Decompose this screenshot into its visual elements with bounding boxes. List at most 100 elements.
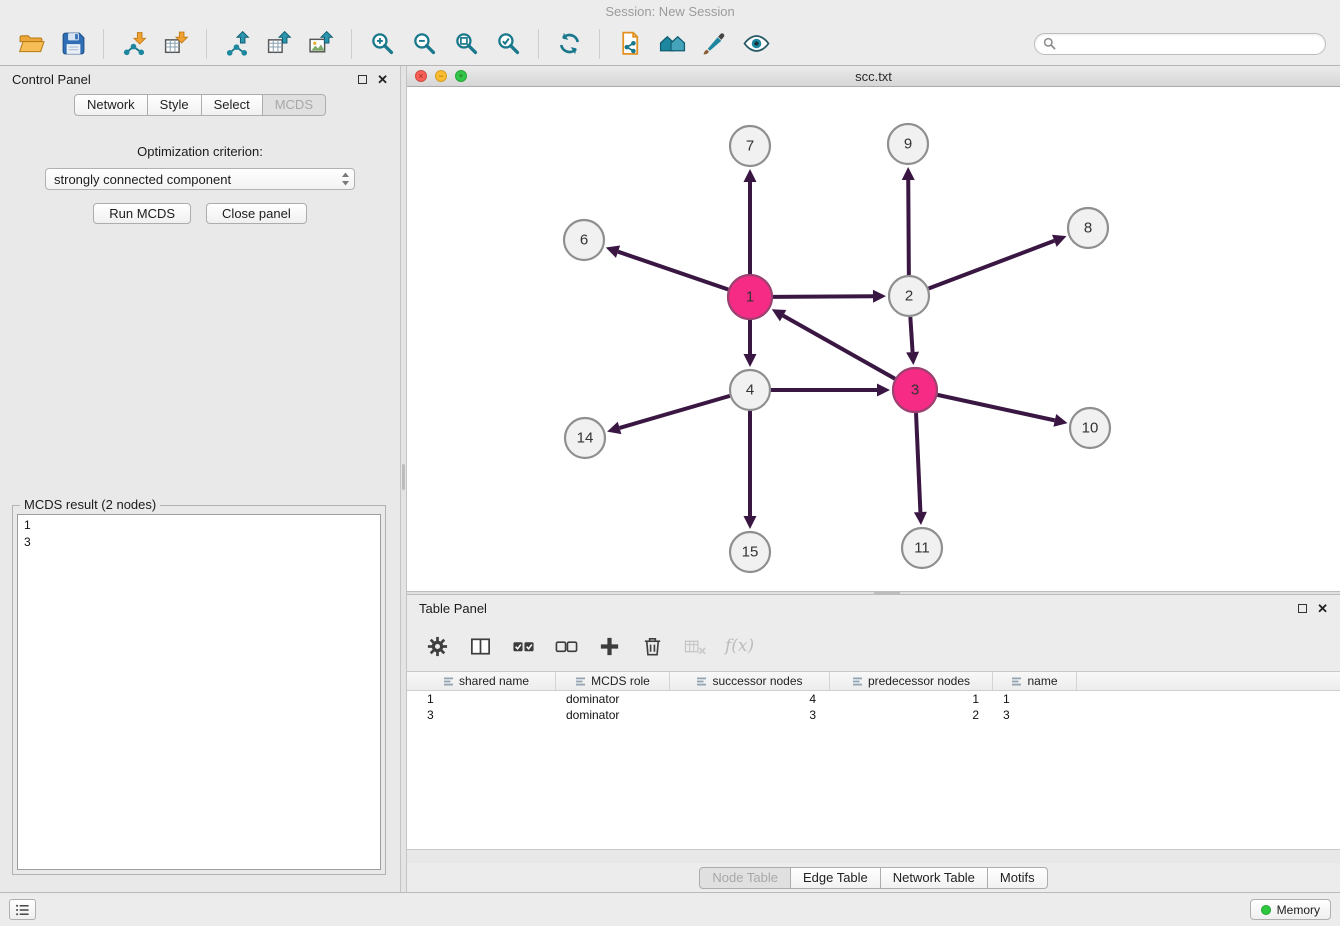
apply-style-button[interactable]	[696, 27, 732, 61]
first-neighbors-button[interactable]	[654, 27, 690, 61]
zoom-selected-button[interactable]	[490, 27, 526, 61]
column-header-predecessor-nodes[interactable]: predecessor nodes	[830, 672, 993, 690]
control-tab-select[interactable]: Select	[202, 94, 263, 116]
floppy-disk-icon	[60, 30, 87, 57]
control-tab-network[interactable]: Network	[74, 94, 148, 116]
zoom-out-button[interactable]	[406, 27, 442, 61]
save-session-button[interactable]	[55, 27, 91, 61]
horizontal-splitter[interactable]	[407, 591, 1340, 595]
export-network-button[interactable]	[219, 27, 255, 61]
table-cell[interactable]: dominator	[556, 707, 670, 723]
column-layout-button[interactable]	[467, 633, 493, 659]
graph-node-7[interactable]: 7	[730, 126, 770, 166]
table-cell[interactable]: 1	[993, 691, 1077, 707]
close-window-button[interactable]	[415, 70, 427, 82]
zoom-in-button[interactable]	[364, 27, 400, 61]
graph-node-11[interactable]: 11	[902, 528, 942, 568]
zoom-fit-button[interactable]	[448, 27, 484, 61]
export-image-button[interactable]	[303, 27, 339, 61]
float-panel-icon[interactable]	[1298, 604, 1307, 613]
table-cell[interactable]: 2	[830, 707, 993, 723]
table-cell[interactable]: dominator	[556, 691, 670, 707]
column-header-MCDS-role[interactable]: MCDS role	[556, 672, 670, 690]
graph-edge-2-3[interactable]	[910, 317, 912, 352]
network-from-clipboard-button[interactable]	[612, 27, 648, 61]
import-table-button[interactable]	[158, 27, 194, 61]
network-canvas[interactable]: 7 9 6 8 1 2 4 3 14 10 15 11	[407, 87, 1340, 591]
graph-node-6[interactable]: 6	[564, 220, 604, 260]
select-all-button[interactable]	[510, 633, 536, 659]
float-panel-icon[interactable]	[358, 75, 367, 84]
edge-arrowhead	[906, 352, 919, 365]
table-cell[interactable]: 3	[670, 707, 830, 723]
mcds-result-item[interactable]: 1	[24, 517, 374, 534]
close-panel-icon[interactable]: ✕	[1317, 602, 1328, 615]
maximize-window-button[interactable]	[455, 70, 467, 82]
table-tab-network-table[interactable]: Network Table	[881, 867, 988, 889]
graph-edge-3-11[interactable]	[916, 413, 920, 512]
graph-node-3[interactable]: 3	[893, 368, 937, 412]
table-cell[interactable]: 4	[670, 691, 830, 707]
graph-edge-1-6[interactable]	[618, 252, 728, 290]
splitter-grip[interactable]	[874, 592, 900, 594]
table-tab-node-table[interactable]: Node Table	[699, 867, 791, 889]
add-column-button[interactable]	[596, 633, 622, 659]
mcds-result-item[interactable]: 3	[24, 534, 374, 551]
export-table-button[interactable]	[261, 27, 297, 61]
apply-layout-button[interactable]	[551, 27, 587, 61]
vertical-splitter[interactable]	[400, 66, 407, 892]
show-graphics-details-button[interactable]	[738, 27, 774, 61]
deselect-all-button[interactable]	[553, 633, 579, 659]
list-icon	[15, 903, 30, 917]
edge-arrowhead	[902, 167, 915, 180]
table-row[interactable]: 1dominator411	[407, 691, 1340, 707]
graph-node-2[interactable]: 2	[889, 276, 929, 316]
memory-button[interactable]: Memory	[1250, 899, 1331, 920]
open-session-button[interactable]	[13, 27, 49, 61]
table-body: 1dominator4113dominator323	[407, 691, 1340, 849]
table-settings-button[interactable]	[424, 633, 450, 659]
column-header-successor-nodes[interactable]: successor nodes	[670, 672, 830, 690]
graph-edge-3-10[interactable]	[937, 395, 1054, 420]
delete-column-button[interactable]	[639, 633, 665, 659]
graph-node-14[interactable]: 14	[565, 418, 605, 458]
graph-edge-4-14[interactable]	[620, 396, 730, 428]
mcds-result-list[interactable]: 13	[17, 514, 381, 870]
graph-edge-2-8[interactable]	[929, 241, 1055, 289]
control-tab-mcds[interactable]: MCDS	[263, 94, 326, 116]
table-row[interactable]: 3dominator323	[407, 707, 1340, 723]
graph-edge-2-9[interactable]	[908, 180, 909, 275]
column-header-shared-name[interactable]: shared name	[417, 672, 556, 690]
table-cell[interactable]: 3	[417, 707, 556, 723]
graph-node-4[interactable]: 4	[730, 370, 770, 410]
table-tab-edge-table[interactable]: Edge Table	[791, 867, 881, 889]
graph-edge-3-1[interactable]	[783, 316, 895, 379]
search-box[interactable]	[1034, 33, 1326, 55]
splitter-grip[interactable]	[402, 464, 405, 490]
close-panel-icon[interactable]: ✕	[377, 73, 388, 86]
command-panel-button[interactable]	[9, 899, 36, 920]
graph-node-9[interactable]: 9	[888, 124, 928, 164]
graph-node-15[interactable]: 15	[730, 532, 770, 572]
graph-node-8[interactable]: 8	[1068, 208, 1108, 248]
node-label: 9	[904, 136, 912, 153]
dropdown-stepper-icon	[341, 171, 350, 187]
graph-node-1[interactable]: 1	[728, 275, 772, 319]
table-cell[interactable]: 3	[993, 707, 1077, 723]
control-tab-style[interactable]: Style	[148, 94, 202, 116]
column-header-name[interactable]: name	[993, 672, 1077, 690]
run-mcds-button[interactable]: Run MCDS	[93, 203, 191, 224]
search-input[interactable]	[1060, 36, 1317, 52]
graph-edge-1-2[interactable]	[773, 296, 873, 297]
table-cell[interactable]: 1	[417, 691, 556, 707]
table-cell[interactable]: 1	[830, 691, 993, 707]
close-panel-button[interactable]: Close panel	[206, 203, 307, 224]
import-network-button[interactable]	[116, 27, 152, 61]
horizontal-scrollbar[interactable]	[407, 849, 1340, 863]
graph-node-10[interactable]: 10	[1070, 408, 1110, 448]
edge-arrowhead	[607, 422, 621, 434]
minimize-window-button[interactable]	[435, 70, 447, 82]
table-tab-motifs[interactable]: Motifs	[988, 867, 1048, 889]
criterion-dropdown[interactable]: strongly connected component	[45, 168, 355, 190]
node-label: 11	[914, 540, 930, 557]
